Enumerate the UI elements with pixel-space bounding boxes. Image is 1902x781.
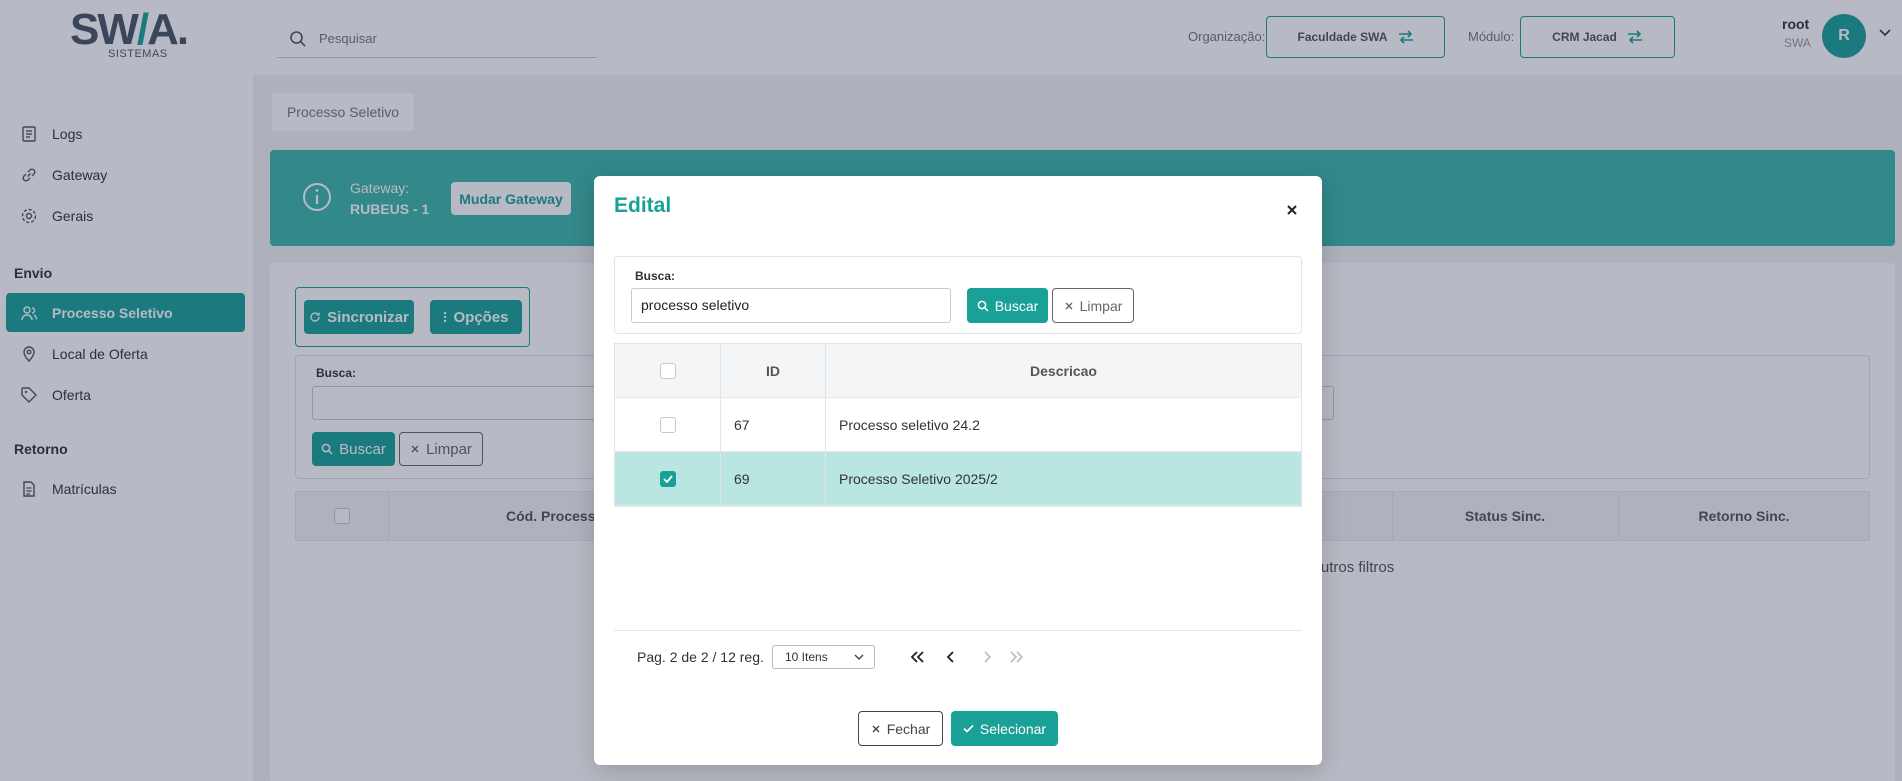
- modal-title: Edital: [614, 194, 672, 217]
- close-button[interactable]: Fechar: [858, 711, 943, 746]
- page-size-select[interactable]: 10 Itens: [772, 645, 875, 669]
- row-checkbox-cell: [615, 452, 720, 505]
- modal-filter-panel: Busca: processo seletivo Buscar Limpar: [614, 256, 1302, 334]
- table-row-selected[interactable]: 69 Processo Seletivo 2025/2: [615, 452, 1301, 506]
- pagination-info: Pag. 2 de 2 / 12 reg.: [637, 649, 764, 665]
- close-button-label: Fechar: [886, 720, 931, 737]
- row-description: Processo seletivo 24.2: [839, 416, 980, 433]
- table-header-row: ID Descricao: [615, 344, 1301, 398]
- select-button[interactable]: Selecionar: [951, 711, 1058, 746]
- row-checkbox[interactable]: [659, 416, 676, 433]
- first-page-button[interactable]: [906, 646, 928, 668]
- edital-table: ID Descricao 67 Processo seletivo 24.2 6…: [614, 343, 1302, 507]
- select-all-checkbox[interactable]: [659, 362, 676, 379]
- column-header-descricao[interactable]: Descricao: [826, 344, 1301, 397]
- modal-clear-button-label: Limpar: [1079, 297, 1123, 314]
- pagination-divider: [614, 630, 1302, 631]
- row-id: 69: [734, 470, 750, 487]
- modal-clear-button[interactable]: Limpar: [1052, 288, 1134, 323]
- next-page-button[interactable]: [976, 646, 998, 668]
- search-icon: [977, 300, 989, 312]
- column-divider: [720, 344, 721, 506]
- modal-search-input[interactable]: processo seletivo: [631, 288, 951, 323]
- check-icon: [662, 474, 673, 483]
- select-button-label: Selecionar: [979, 720, 1047, 737]
- row-checkbox-cell: [615, 398, 720, 451]
- chevron-right-icon: [984, 651, 992, 663]
- close-icon: [872, 725, 880, 732]
- edital-modal: Edital Busca: processo seletivo Buscar L…: [594, 176, 1322, 765]
- last-page-button[interactable]: [1006, 646, 1028, 668]
- chevrons-left-icon: [910, 651, 924, 663]
- chevrons-right-icon: [1010, 651, 1024, 663]
- chevron-down-icon: [854, 654, 864, 660]
- page-size-value: 10 Itens: [785, 650, 828, 664]
- row-description: Processo Seletivo 2025/2: [839, 470, 998, 487]
- close-icon: [1065, 302, 1073, 309]
- modal-search-button-label: Buscar: [994, 297, 1039, 314]
- column-header-id[interactable]: ID: [721, 344, 825, 397]
- column-divider: [825, 344, 826, 506]
- chevron-left-icon: [946, 651, 954, 663]
- close-icon[interactable]: [1284, 202, 1300, 218]
- row-id: 67: [734, 416, 750, 433]
- modal-search-label: Busca:: [635, 269, 676, 283]
- select-all-cell: [615, 344, 720, 397]
- modal-search-button[interactable]: Buscar: [967, 288, 1048, 323]
- previous-page-button[interactable]: [940, 646, 962, 668]
- row-checkbox-checked[interactable]: [659, 470, 676, 487]
- check-icon: [963, 724, 974, 733]
- table-row[interactable]: 67 Processo seletivo 24.2: [615, 398, 1301, 452]
